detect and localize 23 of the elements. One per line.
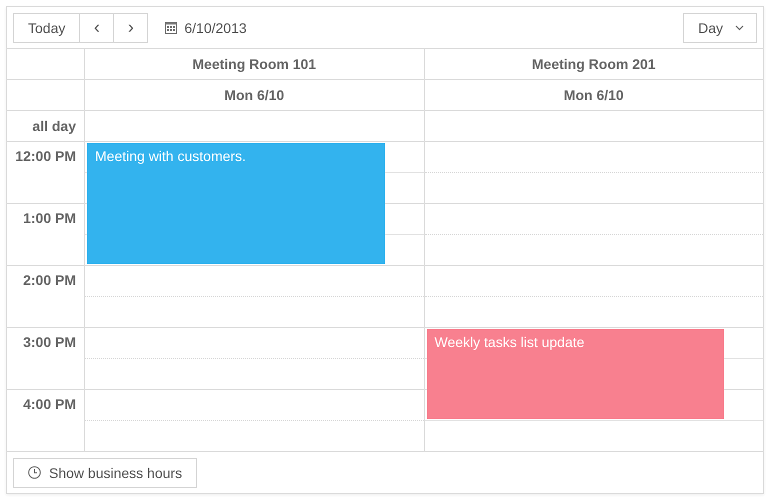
view-dropdown[interactable]: Day — [683, 12, 757, 42]
room-name: Meeting Room 201 — [532, 56, 656, 72]
time-label: 2:00 PM — [23, 272, 76, 288]
time-label: 1:00 PM — [23, 210, 76, 226]
time-label: 4:00 PM — [23, 396, 76, 412]
time-label: 3:00 PM — [23, 334, 76, 350]
clock-icon — [28, 466, 41, 479]
day-header: Mon 6/10 — [564, 87, 624, 103]
day-header: Mon 6/10 — [224, 87, 284, 103]
calendar-icon — [165, 21, 178, 34]
all-day-label: all day — [32, 118, 76, 134]
all-day-slot[interactable] — [424, 111, 763, 142]
room-name: Meeting Room 101 — [192, 56, 316, 72]
business-hours-button[interactable]: Show business hours — [13, 458, 198, 488]
event-title: Meeting with customers. — [95, 148, 246, 164]
event-title: Weekly tasks list update — [434, 334, 584, 350]
next-button[interactable]: › — [114, 12, 148, 42]
all-day-slot[interactable] — [84, 111, 424, 142]
current-date[interactable]: 6/10/2013 — [184, 20, 247, 36]
time-label: 12:00 PM — [15, 148, 76, 164]
chevron-down-icon — [735, 24, 744, 30]
today-button[interactable]: Today — [13, 12, 80, 42]
previous-button[interactable]: ‹ — [80, 12, 114, 42]
